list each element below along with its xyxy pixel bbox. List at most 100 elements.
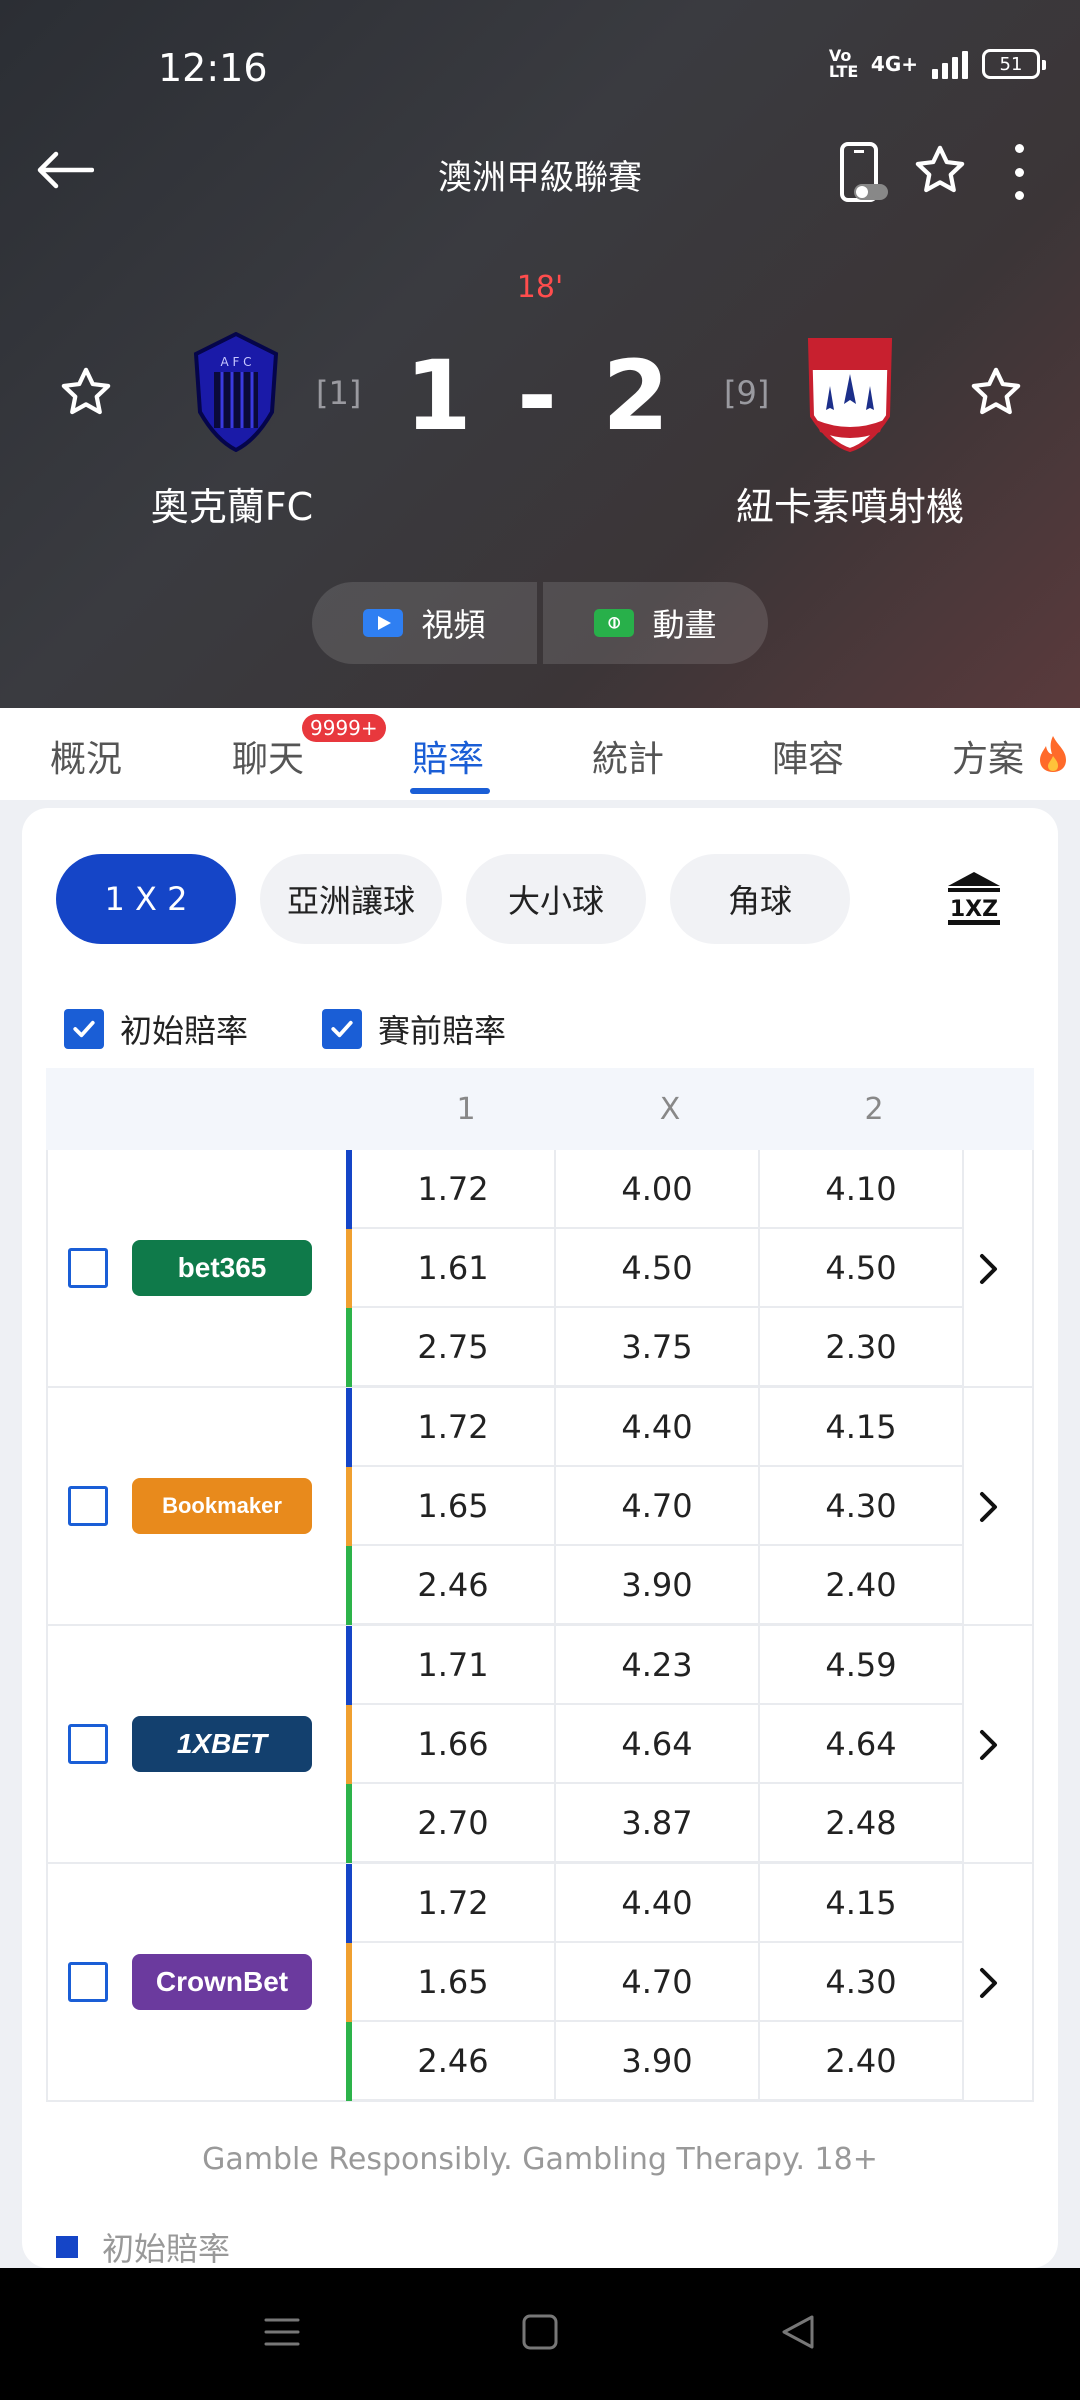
odds-cell: 2.40	[760, 2022, 964, 2101]
network-type: 4G+	[870, 52, 918, 76]
odds-cell: 2.46	[352, 1546, 556, 1625]
odds-cell: 4.15	[760, 1864, 964, 1943]
market-tab-over-under[interactable]: 大小球	[466, 854, 646, 944]
status-indicators: Vo LTE 4G+ 51	[829, 48, 1046, 80]
phone-toggle-icon[interactable]	[838, 142, 890, 202]
bookmaker-checkbox[interactable]	[68, 1724, 108, 1764]
battery-level: 51	[999, 53, 1023, 75]
away-team-logo[interactable]	[800, 330, 900, 454]
chat-count-badge: 9999+	[302, 714, 386, 742]
odds-cell: 4.50	[556, 1229, 760, 1308]
odds-cell: 3.75	[556, 1308, 760, 1387]
odds-row-live: 2.46 3.90 2.40	[346, 1546, 964, 1625]
video-label: 視頻	[421, 606, 486, 644]
odds-cell: 2.46	[352, 2022, 556, 2101]
filter-prematch-label: 賽前賠率	[378, 1012, 507, 1050]
odds-cell: 1.66	[352, 1705, 556, 1784]
favorite-match-star-icon[interactable]	[912, 142, 968, 198]
bookmaker-checkbox[interactable]	[68, 1962, 108, 2002]
odds-card: 1 X 2 亞洲讓球 大小球 角球 1XZ 初始賠率 賽前賠率 1 X 2 be…	[22, 808, 1058, 2268]
odds-row-prematch: 1.65 4.70 4.30	[346, 1467, 964, 1546]
odds-cell: 1.72	[352, 1864, 556, 1943]
odds-cell: 3.90	[556, 1546, 760, 1625]
bookmaker-logo-bet365: bet365	[132, 1240, 312, 1296]
match-tabs: 概況 聊天 9999+ 賠率 統計 陣容 方案	[0, 708, 1080, 800]
odds-cell: 4.23	[556, 1626, 760, 1705]
bookmaker-row-bookmaker[interactable]: Bookmaker 1.72 4.40 4.15 1.65 4.70 4.30 …	[46, 1388, 1034, 1626]
chevron-right-icon[interactable]	[968, 1958, 1008, 2008]
bookmaker-row-1xbet[interactable]: 1XBET 1.71 4.23 4.59 1.66 4.64 4.64 2.70…	[46, 1626, 1034, 1864]
odds-cell: 4.30	[760, 1467, 964, 1546]
tab-tips[interactable]: 方案	[952, 730, 1024, 782]
odds-cell: 4.50	[760, 1229, 964, 1308]
bookmaker-bank-icon[interactable]: 1XZ	[944, 868, 1004, 928]
market-tab-asian-handicap[interactable]: 亞洲讓球	[260, 854, 442, 944]
away-team-rank: [9]	[724, 374, 770, 412]
animation-pitch-icon: ⦶	[594, 609, 635, 637]
odds-cell: 2.40	[760, 1546, 964, 1625]
chevron-right-icon[interactable]	[968, 1244, 1008, 1294]
odds-cell: 1.65	[352, 1467, 556, 1546]
chevron-right-icon[interactable]	[968, 1720, 1008, 1770]
odds-row-live: 2.75 3.75 2.30	[346, 1308, 964, 1387]
odds-row-live: 2.70 3.87 2.48	[346, 1784, 964, 1863]
chevron-right-icon[interactable]	[968, 1482, 1008, 1532]
filter-initial[interactable]: 初始賠率	[64, 1004, 248, 1054]
odds-cell: 2.30	[760, 1308, 964, 1387]
column-home: 1	[456, 1092, 476, 1127]
battery-icon: 51	[982, 49, 1046, 79]
odds-cell: 4.40	[556, 1864, 760, 1943]
tab-lineup[interactable]: 陣容	[772, 730, 844, 782]
odds-cell: 1.72	[352, 1388, 556, 1467]
match-header: 12:16 Vo LTE 4G+ 51 澳洲甲級聯賽 18' A F C [1]…	[0, 0, 1080, 708]
tab-odds[interactable]: 賠率	[412, 730, 484, 782]
status-bar: 12:16 Vo LTE 4G+ 51	[0, 40, 1080, 100]
bookmaker-checkbox[interactable]	[68, 1248, 108, 1288]
odds-cell: 4.70	[556, 1943, 760, 2022]
odds-cell: 2.48	[760, 1784, 964, 1863]
tab-overview[interactable]: 概況	[50, 730, 122, 782]
odds-cell: 1.71	[352, 1626, 556, 1705]
market-tab-corners[interactable]: 角球	[670, 854, 850, 944]
odds-cell: 4.59	[760, 1626, 964, 1705]
odds-cell: 1.61	[352, 1229, 556, 1308]
home-team-name[interactable]: 奧克蘭FC	[82, 476, 382, 531]
more-options-icon[interactable]	[1004, 144, 1034, 200]
odds-cell: 3.87	[556, 1784, 760, 1863]
bookmaker-row-bet365[interactable]: bet365 1.72 4.00 4.10 1.61 4.50 4.50 2.7…	[46, 1150, 1034, 1388]
tab-chat[interactable]: 聊天	[232, 730, 304, 782]
animation-label: 動畫	[652, 606, 717, 644]
checkbox-checked-icon[interactable]	[64, 1009, 104, 1049]
odds-cell: 1.65	[352, 1943, 556, 2022]
bookmaker-logo-crownbet: CrownBet	[132, 1954, 312, 2010]
svg-text:1XZ: 1XZ	[950, 897, 998, 922]
status-time: 12:16	[158, 46, 268, 90]
odds-cell: 1.72	[352, 1150, 556, 1229]
system-nav-bar	[0, 2268, 1080, 2400]
video-button[interactable]: 視頻	[312, 582, 537, 664]
away-team-name[interactable]: 紐卡素噴射機	[700, 476, 1000, 531]
menu-icon[interactable]	[262, 2312, 302, 2352]
responsible-gambling-notice[interactable]: Gamble Responsibly. Gambling Therapy. 18…	[22, 2142, 1058, 2177]
checkbox-checked-icon[interactable]	[322, 1009, 362, 1049]
market-tab-1x2[interactable]: 1 X 2	[56, 854, 236, 944]
odds-row-initial: 1.72 4.40 4.15	[346, 1864, 964, 1943]
video-play-icon	[363, 609, 404, 637]
odds-cell: 4.40	[556, 1388, 760, 1467]
odds-row-initial: 1.71 4.23 4.59	[346, 1626, 964, 1705]
active-tab-indicator	[410, 788, 490, 794]
filter-prematch[interactable]: 賽前賠率	[322, 1004, 506, 1054]
animation-button[interactable]: ⦶ 動畫	[543, 582, 768, 664]
bookmaker-checkbox[interactable]	[68, 1486, 108, 1526]
odds-cell: 2.70	[352, 1784, 556, 1863]
tab-stats[interactable]: 統計	[592, 730, 664, 782]
column-draw: X	[659, 1092, 681, 1127]
favorite-away-star-icon[interactable]	[968, 364, 1024, 420]
bookmaker-logo-1xbet: 1XBET	[132, 1716, 312, 1772]
odds-row-prematch: 1.66 4.64 4.64	[346, 1705, 964, 1784]
top-navigation: 澳洲甲級聯賽	[0, 130, 1080, 210]
home-square-icon[interactable]	[520, 2312, 560, 2352]
odds-cell: 4.64	[760, 1705, 964, 1784]
bookmaker-row-crownbet[interactable]: CrownBet 1.72 4.40 4.15 1.65 4.70 4.30 2…	[46, 1864, 1034, 2102]
back-triangle-icon[interactable]	[778, 2312, 818, 2352]
